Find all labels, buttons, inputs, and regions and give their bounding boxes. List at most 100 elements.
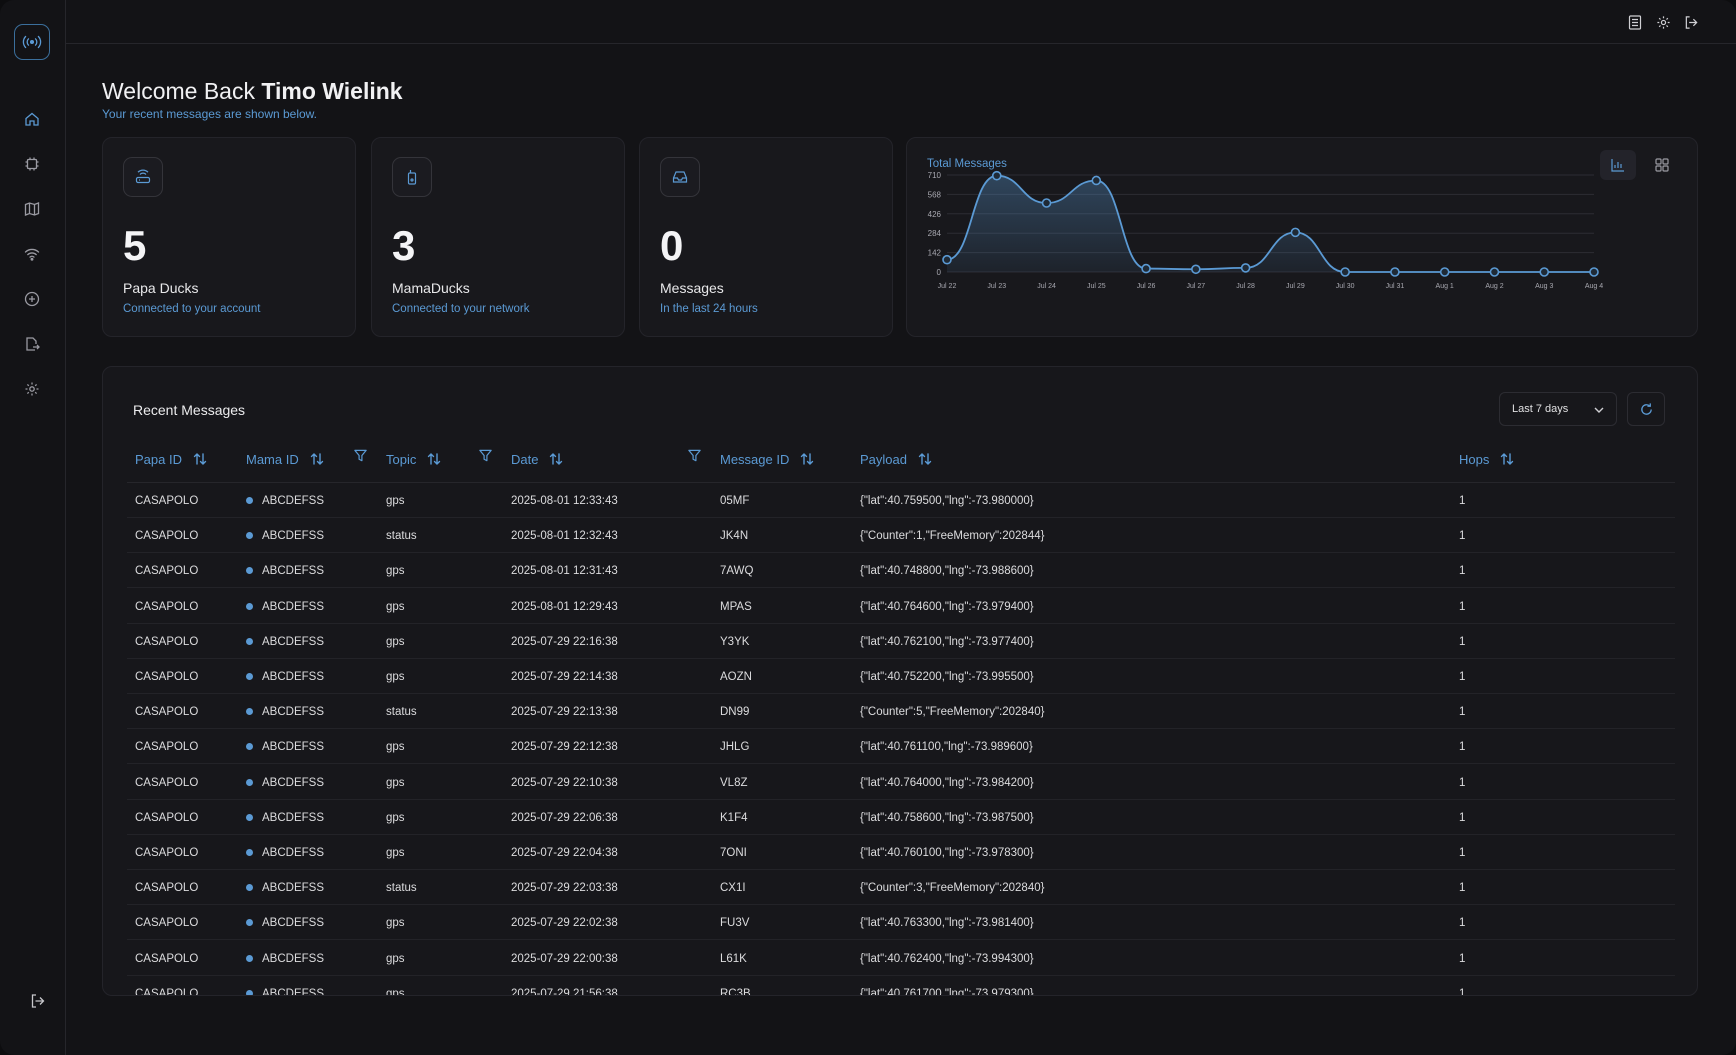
table-cell: 2025-07-29 21:56:38 — [511, 987, 618, 996]
table-cell: ABCDEFSS — [246, 953, 324, 965]
table-cell: CASAPOLO — [135, 917, 199, 930]
table-cell: {"lat":40.759500,"lng":-73.980000} — [860, 495, 1034, 507]
table-cell: AOZN — [720, 671, 752, 683]
table-row[interactable]: CASAPOLO ABCDEFSS gps 2025-07-29 22:16:38 Y3… — [127, 624, 1675, 659]
logout-icon[interactable] — [27, 990, 49, 1012]
area-chart: 0 142 284 426 568 710 Jul 22 Jul 23 Jul 24 Jul 25… — [928, 170, 1603, 290]
column-header[interactable]: Topic — [386, 449, 442, 469]
mama-id-text: ABCDEFSS — [262, 882, 324, 895]
date-range-select[interactable]: Last 7 days — [1499, 392, 1617, 426]
table-cell: 2025-07-29 22:02:38 — [511, 917, 618, 930]
table-cell: CASAPOLO — [135, 635, 199, 648]
table-row[interactable]: CASAPOLO ABCDEFSS gps 2025-07-29 22:00:38 L6… — [127, 941, 1675, 976]
table-cell: status — [386, 882, 417, 895]
table-cell: FU3V — [720, 917, 750, 930]
table-cell: CX1I — [720, 882, 746, 895]
map-icon[interactable] — [21, 198, 43, 220]
sort-icon[interactable] — [309, 451, 325, 467]
x-tick-label: Jul 29 — [1286, 283, 1305, 290]
sort-icon[interactable] — [548, 451, 564, 467]
table-cell: 1 — [1459, 530, 1466, 543]
recent-messages-card: Recent Messages Last 7 days Papa ID Mama … — [102, 366, 1698, 996]
table-cell: gps — [386, 811, 405, 824]
x-tick-label: Jul 28 — [1236, 283, 1255, 290]
filter-icon[interactable] — [687, 448, 702, 468]
sort-icon[interactable] — [192, 451, 208, 467]
table-row[interactable]: CASAPOLO ABCDEFSS gps 2025-07-29 22:14:38 AO… — [127, 659, 1675, 694]
user-name: Timo Wielink — [261, 78, 403, 104]
table-row[interactable]: CASAPOLO ABCDEFSS gps 2025-07-29 22:02:38 FU… — [127, 905, 1675, 941]
table-cell: CASAPOLO — [135, 987, 199, 996]
table-cell: 1 — [1459, 565, 1466, 578]
x-tick-label: Jul 23 — [987, 283, 1006, 290]
table-cell: CASAPOLO — [135, 600, 199, 613]
mama-id-text: ABCDEFSS — [262, 671, 324, 683]
table-cell: 1 — [1459, 847, 1466, 859]
column-header[interactable]: Payload — [860, 449, 933, 469]
table-title: Recent Messages — [133, 402, 246, 418]
wifi-icon[interactable] — [21, 243, 43, 265]
mama-id-text: ABCDEFSS — [262, 987, 324, 996]
filter-icon[interactable] — [478, 448, 493, 468]
stat-label: MamaDucks — [392, 280, 470, 296]
sort-icon[interactable] — [1499, 451, 1515, 467]
sort-icon[interactable] — [426, 451, 442, 467]
column-header-label: Mama ID — [246, 451, 299, 467]
table-cell: ABCDEFSS — [246, 671, 324, 683]
data-point — [1340, 267, 1350, 277]
stat-card-messages: 0 Messages In the last 24 hours — [639, 137, 893, 337]
chevron-down-icon — [1594, 407, 1604, 413]
table-row[interactable]: CASAPOLO ABCDEFSS gps 2025-08-01 12:33:43 05… — [127, 483, 1675, 518]
document-icon[interactable] — [1626, 13, 1644, 31]
stat-value: 3 — [392, 222, 416, 269]
column-header[interactable]: Papa ID — [135, 449, 208, 469]
refresh-button[interactable] — [1627, 392, 1665, 426]
table-cell: 2025-07-29 22:04:38 — [511, 847, 618, 859]
table-row[interactable]: CASAPOLO ABCDEFSS status 2025-07-29 22:13:3… — [127, 694, 1675, 730]
table-cell: 2025-07-29 22:13:38 — [511, 706, 618, 719]
table-cell: Y3YK — [720, 635, 750, 648]
file-export-icon[interactable] — [21, 333, 43, 355]
table-cell: 1 — [1459, 635, 1466, 648]
logout-icon[interactable] — [1682, 13, 1700, 31]
column-header[interactable]: Message ID — [720, 449, 815, 469]
table-row[interactable]: CASAPOLO ABCDEFSS status 2025-08-01 12:32:4… — [127, 518, 1675, 554]
table-cell: ABCDEFSS — [246, 706, 324, 718]
data-point — [1589, 267, 1599, 277]
mama-id-text: ABCDEFSS — [262, 565, 324, 578]
filter-icon[interactable] — [353, 448, 368, 468]
settings-icon[interactable] — [21, 378, 43, 400]
table-row[interactable]: CASAPOLO ABCDEFSS gps 2025-07-29 22:12:38 JH… — [127, 729, 1675, 765]
column-header[interactable]: Hops — [1459, 449, 1515, 469]
total-messages-chart-card: Total Messages 0 142 284 426 568 710 Jul 22 Jul… — [906, 137, 1698, 337]
table-cell: ABCDEFSS — [246, 601, 324, 613]
plus-circle-icon[interactable] — [21, 288, 43, 310]
status-dot — [246, 778, 253, 786]
table-cell: {"lat":40.762400,"lng":-73.994300} — [860, 952, 1034, 965]
table-row[interactable]: CASAPOLO ABCDEFSS gps 2025-07-29 22:10:38 VL… — [127, 765, 1675, 800]
mama-id-text: ABCDEFSS — [262, 495, 324, 507]
table-cell: 2025-07-29 22:16:38 — [511, 635, 618, 648]
table-row[interactable]: CASAPOLO ABCDEFSS gps 2025-07-29 22:04:38 7O… — [127, 835, 1675, 870]
y-tick-label: 142 — [928, 249, 942, 258]
gear-icon[interactable] — [1654, 13, 1672, 31]
column-header[interactable]: Date — [511, 449, 564, 469]
sort-icon[interactable] — [799, 451, 815, 467]
table-row[interactable]: CASAPOLO ABCDEFSS status 2025-07-29 22:03:3… — [127, 870, 1675, 906]
broadcast-icon[interactable] — [14, 24, 50, 60]
data-point — [1539, 267, 1550, 277]
table-cell: {"lat":40.764000,"lng":-73.984200} — [860, 776, 1034, 789]
table-cell: gps — [386, 952, 405, 965]
table-row[interactable]: CASAPOLO ABCDEFSS gps 2025-07-29 22:06:38 K1… — [127, 800, 1675, 835]
table-row[interactable]: CASAPOLO ABCDEFSS gps 2025-07-29 21:56:38 RC… — [127, 976, 1675, 996]
home-icon[interactable] — [21, 108, 43, 130]
data-point — [942, 254, 952, 265]
table-cell: 1 — [1459, 882, 1466, 895]
column-header-label: Message ID — [720, 451, 790, 467]
column-header[interactable]: Mama ID — [246, 449, 325, 469]
table-row[interactable]: CASAPOLO ABCDEFSS gps 2025-08-01 12:31:43 7A… — [127, 553, 1675, 589]
mama-id-text: ABCDEFSS — [262, 776, 324, 789]
sort-icon[interactable] — [917, 451, 933, 467]
table-row[interactable]: CASAPOLO ABCDEFSS gps 2025-08-01 12:29:43 MP… — [127, 589, 1675, 624]
chip-icon[interactable] — [21, 153, 43, 175]
